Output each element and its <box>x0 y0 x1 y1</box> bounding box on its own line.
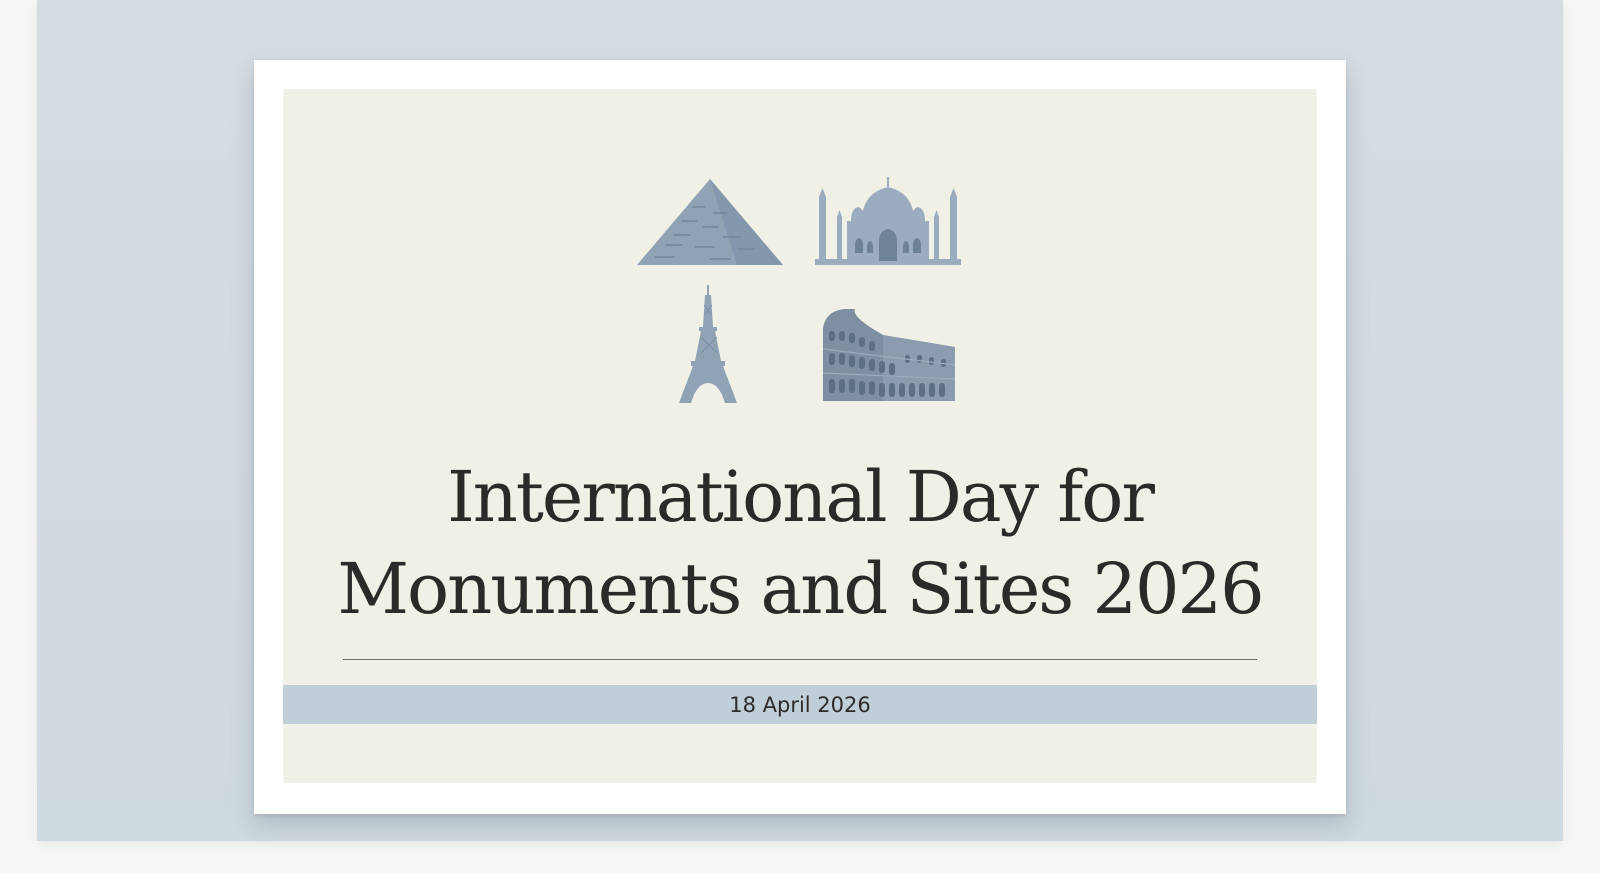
pyramid-icon <box>637 177 783 265</box>
taj-mahal-icon <box>815 173 961 265</box>
card-title: International Day for Monuments and Site… <box>283 451 1317 635</box>
title-line-2: Monuments and Sites 2026 <box>337 548 1264 630</box>
card-face: International Day for Monuments and Site… <box>283 89 1317 783</box>
eiffel-tower-icon <box>679 285 737 403</box>
date-band: 18 April 2026 <box>283 685 1317 724</box>
title-divider <box>343 659 1257 660</box>
greeting-card: International Day for Monuments and Site… <box>254 60 1346 814</box>
title-line-1: International Day for <box>447 456 1155 538</box>
colosseum-icon <box>821 307 957 401</box>
event-date: 18 April 2026 <box>729 692 871 717</box>
